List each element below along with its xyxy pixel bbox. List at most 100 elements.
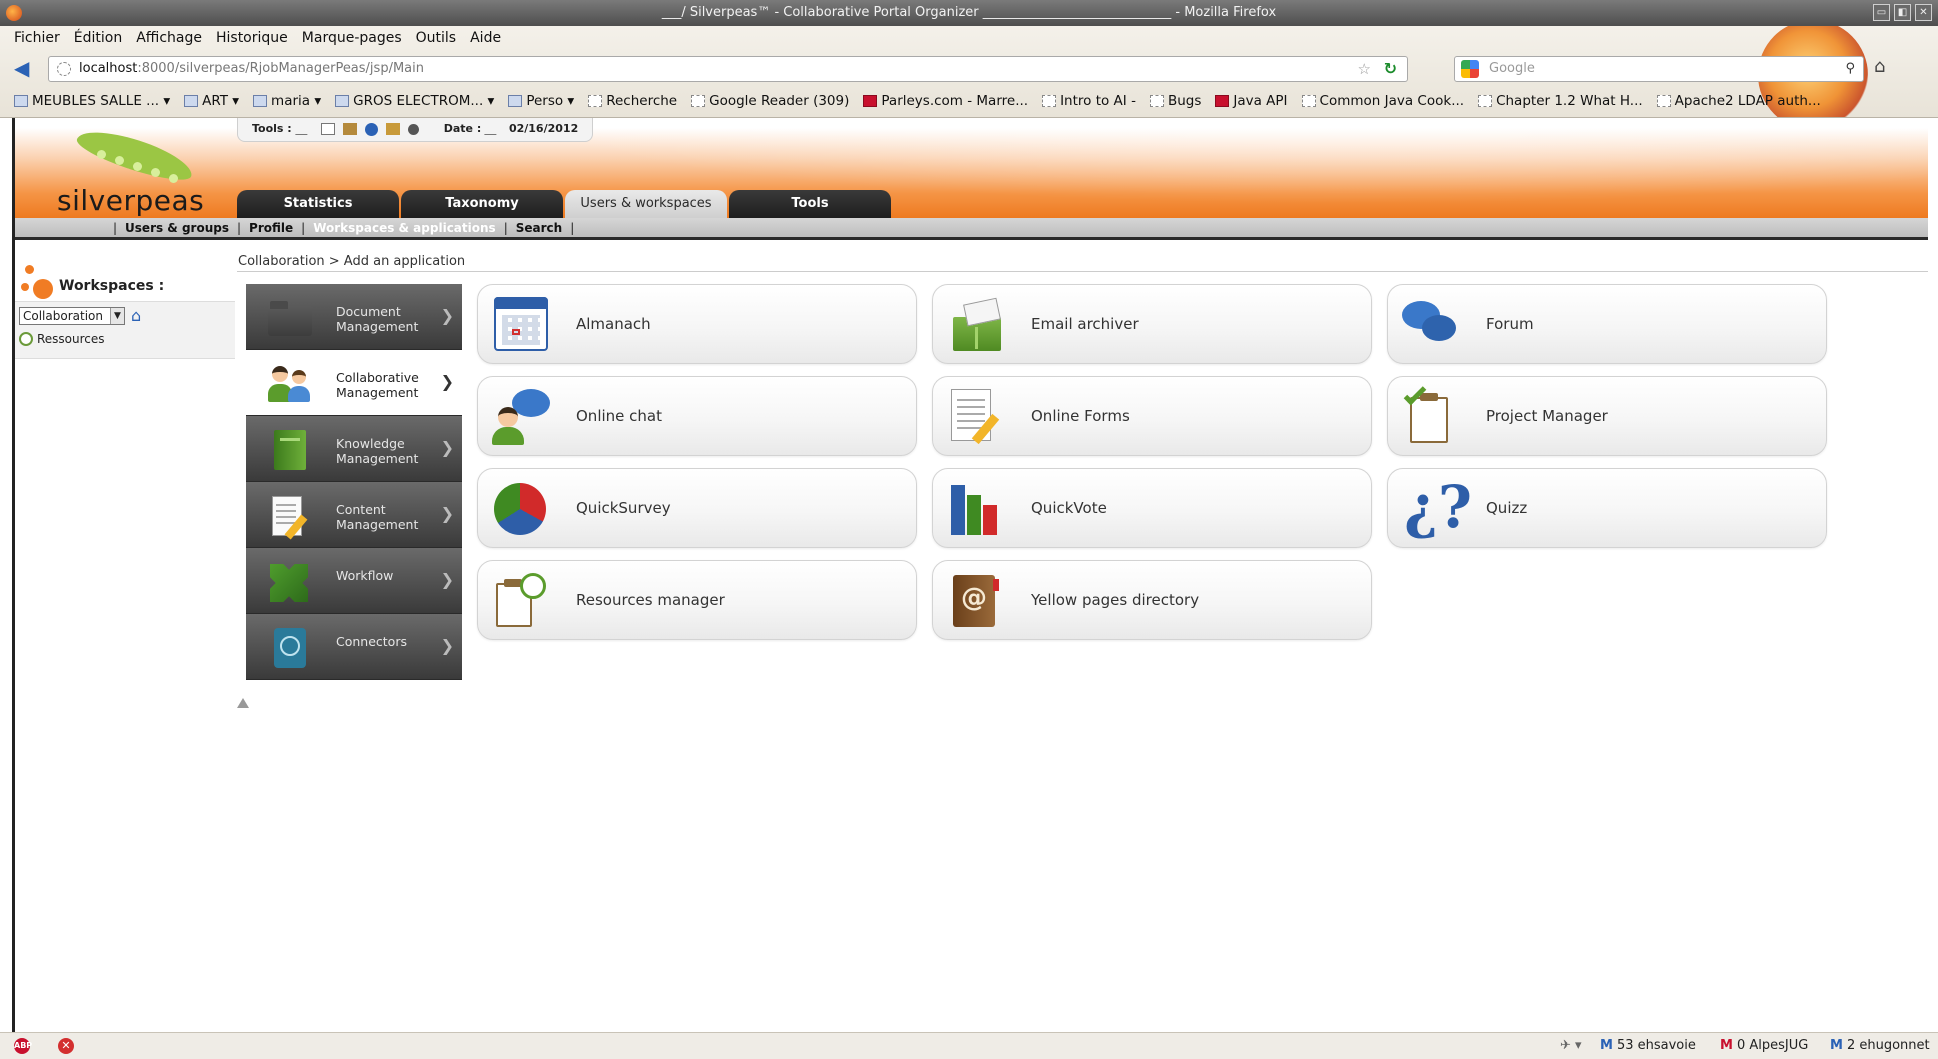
bookmark-item[interactable]: Chapter 1.2 What H... (1478, 90, 1643, 112)
scroll-top-arrow-icon[interactable] (237, 698, 249, 708)
addon-icon[interactable]: ✈ ▾ (1560, 1033, 1582, 1059)
app-quicksurvey[interactable]: QuickSurvey (477, 468, 917, 548)
minimize-button[interactable]: ▭ (1873, 4, 1890, 21)
subnav-search[interactable]: Search (516, 218, 562, 237)
resources-icon (19, 332, 33, 346)
menu-fichier[interactable]: Fichier (14, 30, 60, 50)
bookmark-item[interactable]: Java API (1215, 90, 1288, 112)
bookmark-item[interactable]: Intro to AI - (1042, 90, 1136, 112)
url-bar[interactable]: localhost:8000/silverpeas/RjobManagerPea… (48, 56, 1408, 82)
search-bar[interactable]: Google ⚲ (1454, 56, 1864, 82)
adblock-icon[interactable]: ABP (14, 1038, 32, 1054)
close-button[interactable]: ✕ (1915, 4, 1932, 21)
directory-icon[interactable] (343, 123, 358, 135)
silverpeas-logo[interactable]: silverpeas (35, 122, 235, 220)
bookmark-item[interactable]: Perso ▾ (508, 90, 574, 112)
menu-historique[interactable]: Historique (216, 30, 288, 50)
stop-icon[interactable]: ✕ (58, 1038, 74, 1054)
bar-chart-icon (947, 481, 1007, 537)
pea-pod-icon (73, 122, 197, 188)
menu-marque-pages[interactable]: Marque-pages (302, 30, 402, 50)
app-online-chat[interactable]: Online chat (477, 376, 917, 456)
tab-tools[interactable]: Tools (729, 190, 891, 218)
bookmark-label: Common Java Cook... (1319, 93, 1465, 109)
pen-icon (484, 123, 507, 135)
app-project-manager[interactable]: Project Manager (1387, 376, 1827, 456)
date-value: 02/16/2012 (508, 122, 579, 135)
subnav-users-groups[interactable]: Users & groups (125, 218, 229, 237)
category-content-management[interactable]: Content Management ❯ (246, 482, 462, 548)
bookmark-star-icon[interactable]: ☆ (1358, 57, 1371, 81)
maximize-button[interactable]: ◧ (1894, 4, 1911, 21)
tab-statistics[interactable]: Statistics (237, 190, 399, 218)
category-connectors[interactable]: Connectors ❯ (246, 614, 462, 680)
app-almanach[interactable]: Almanach (477, 284, 917, 364)
home-icon[interactable]: ⌂ (131, 307, 149, 325)
app-yellow-pages-directory[interactable]: @ Yellow pages directory (932, 560, 1372, 640)
menu-aide[interactable]: Aide (470, 30, 501, 50)
back-arrow-icon[interactable]: ◀ (14, 58, 38, 80)
navigation-bar: ◀ localhost:8000/silverpeas/RjobManagerP… (14, 56, 1894, 82)
window-title: ___/ Silverpeas™ - Collaborative Portal … (661, 5, 1277, 20)
bookmark-item[interactable]: MEUBLES SALLE ... ▾ (14, 90, 170, 112)
app-quizz[interactable]: ¿? Quizz (1387, 468, 1827, 548)
orange-dot-icon (33, 279, 53, 299)
home-icon[interactable]: ⌂ (1874, 56, 1896, 80)
tab-taxonomy[interactable]: Taxonomy (401, 190, 563, 218)
bookmark-item[interactable]: maria ▾ (253, 90, 321, 112)
folder-icon (268, 298, 312, 338)
help-icon[interactable] (365, 122, 379, 136)
folder-icon (184, 95, 199, 107)
clipboard-clock-icon (492, 573, 552, 629)
page-icon (1478, 95, 1493, 107)
gmail-notifier-3[interactable]: M 2 ehugonnet (1830, 1033, 1930, 1059)
google-engine-icon[interactable] (1461, 60, 1479, 78)
bookmark-item[interactable]: Apache2 LDAP auth... (1656, 90, 1821, 112)
workspace-select-value: Collaboration (23, 309, 103, 323)
orange-dot-icon (21, 283, 29, 291)
site-identity-icon[interactable] (57, 62, 71, 76)
category-collaborative-management[interactable]: Collaborative Management ❯ (246, 350, 462, 416)
app-quickvote[interactable]: QuickVote (932, 468, 1372, 548)
pea-dot (115, 156, 124, 165)
bookmark-item[interactable]: Google Reader (309) (691, 90, 849, 112)
app-email-archiver[interactable]: Email archiver (932, 284, 1372, 364)
app-resources-manager[interactable]: Resources manager (477, 560, 917, 640)
bookmark-item[interactable]: ART ▾ (184, 90, 239, 112)
sidebar-item-ressources[interactable]: Ressources (19, 332, 105, 346)
bookmark-item[interactable]: Common Java Cook... (1301, 90, 1465, 112)
bookmark-item[interactable]: Recherche (588, 90, 677, 112)
form-icon (947, 389, 1007, 445)
reload-icon[interactable]: ↻ (1384, 57, 1397, 81)
page-icon (1301, 95, 1316, 107)
people-icon (268, 364, 312, 404)
bookmark-item[interactable]: Bugs (1149, 90, 1201, 112)
gmail-notifier-1[interactable]: M 53 ehsavoie (1600, 1033, 1696, 1059)
menu-affichage[interactable]: Affichage (136, 30, 202, 50)
email-archive-icon (947, 297, 1007, 353)
menu-edition[interactable]: Édition (74, 30, 122, 50)
logout-icon[interactable] (407, 123, 419, 135)
workspace-select[interactable]: Collaboration ▼ (19, 307, 125, 325)
subnav-profile[interactable]: Profile (249, 218, 293, 237)
app-forum[interactable]: Forum (1387, 284, 1827, 364)
bookmark-item[interactable]: Parleys.com - Marre... (863, 90, 1028, 112)
mail-icon[interactable] (321, 123, 336, 135)
tab-users-workspaces[interactable]: Users & workspaces (565, 190, 727, 218)
menu-outils[interactable]: Outils (416, 30, 456, 50)
bookmark-label: ART ▾ (202, 93, 240, 109)
subnav-workspaces-applications[interactable]: Workspaces & applications (313, 218, 496, 237)
search-icon[interactable]: ⚲ (1845, 57, 1855, 81)
app-online-forms[interactable]: Online Forms (932, 376, 1372, 456)
chevron-down-icon[interactable]: ▼ (110, 308, 124, 324)
bookmarks-toolbar: MEUBLES SALLE ... ▾ ART ▾ maria ▾ GROS ELEC… (14, 90, 1821, 112)
category-knowledge-management[interactable]: Knowledge Management ❯ (246, 416, 462, 482)
category-document-management[interactable]: Document Management ❯ (246, 284, 462, 350)
gmail-notifier-2[interactable]: M 0 AlpesJUG (1720, 1033, 1808, 1059)
clipboard-icon[interactable] (385, 123, 400, 135)
category-workflow[interactable]: Workflow ❯ (246, 548, 462, 614)
breadcrumb: Collaboration > Add an application (238, 254, 466, 269)
bookmark-item[interactable]: GROS ELECTROM... ▾ (335, 90, 494, 112)
gmail-count: 0 AlpesJUG (1736, 1038, 1809, 1053)
category-label: Content Management (336, 502, 419, 532)
